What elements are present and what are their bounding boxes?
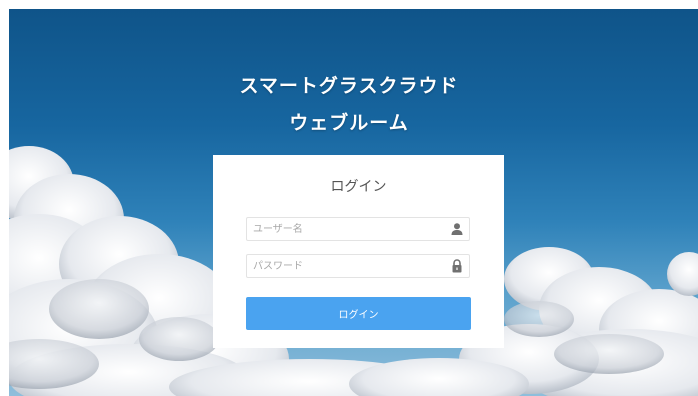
login-card: ログイン ログイン — [213, 155, 504, 348]
app-title-line1: スマートグラスクラウド — [239, 75, 459, 97]
lock-icon — [452, 259, 462, 273]
login-page: スマートグラスクラウド ウェブルーム ログイン ログイン — [0, 0, 698, 396]
username-input[interactable] — [247, 218, 443, 240]
username-field — [246, 217, 470, 241]
password-field — [246, 254, 470, 278]
app-title-line2: ウェブルーム — [289, 112, 409, 134]
user-icon — [451, 223, 463, 235]
login-heading: ログイン — [330, 179, 387, 195]
login-button[interactable]: ログイン — [246, 297, 471, 330]
password-input[interactable] — [247, 255, 443, 277]
